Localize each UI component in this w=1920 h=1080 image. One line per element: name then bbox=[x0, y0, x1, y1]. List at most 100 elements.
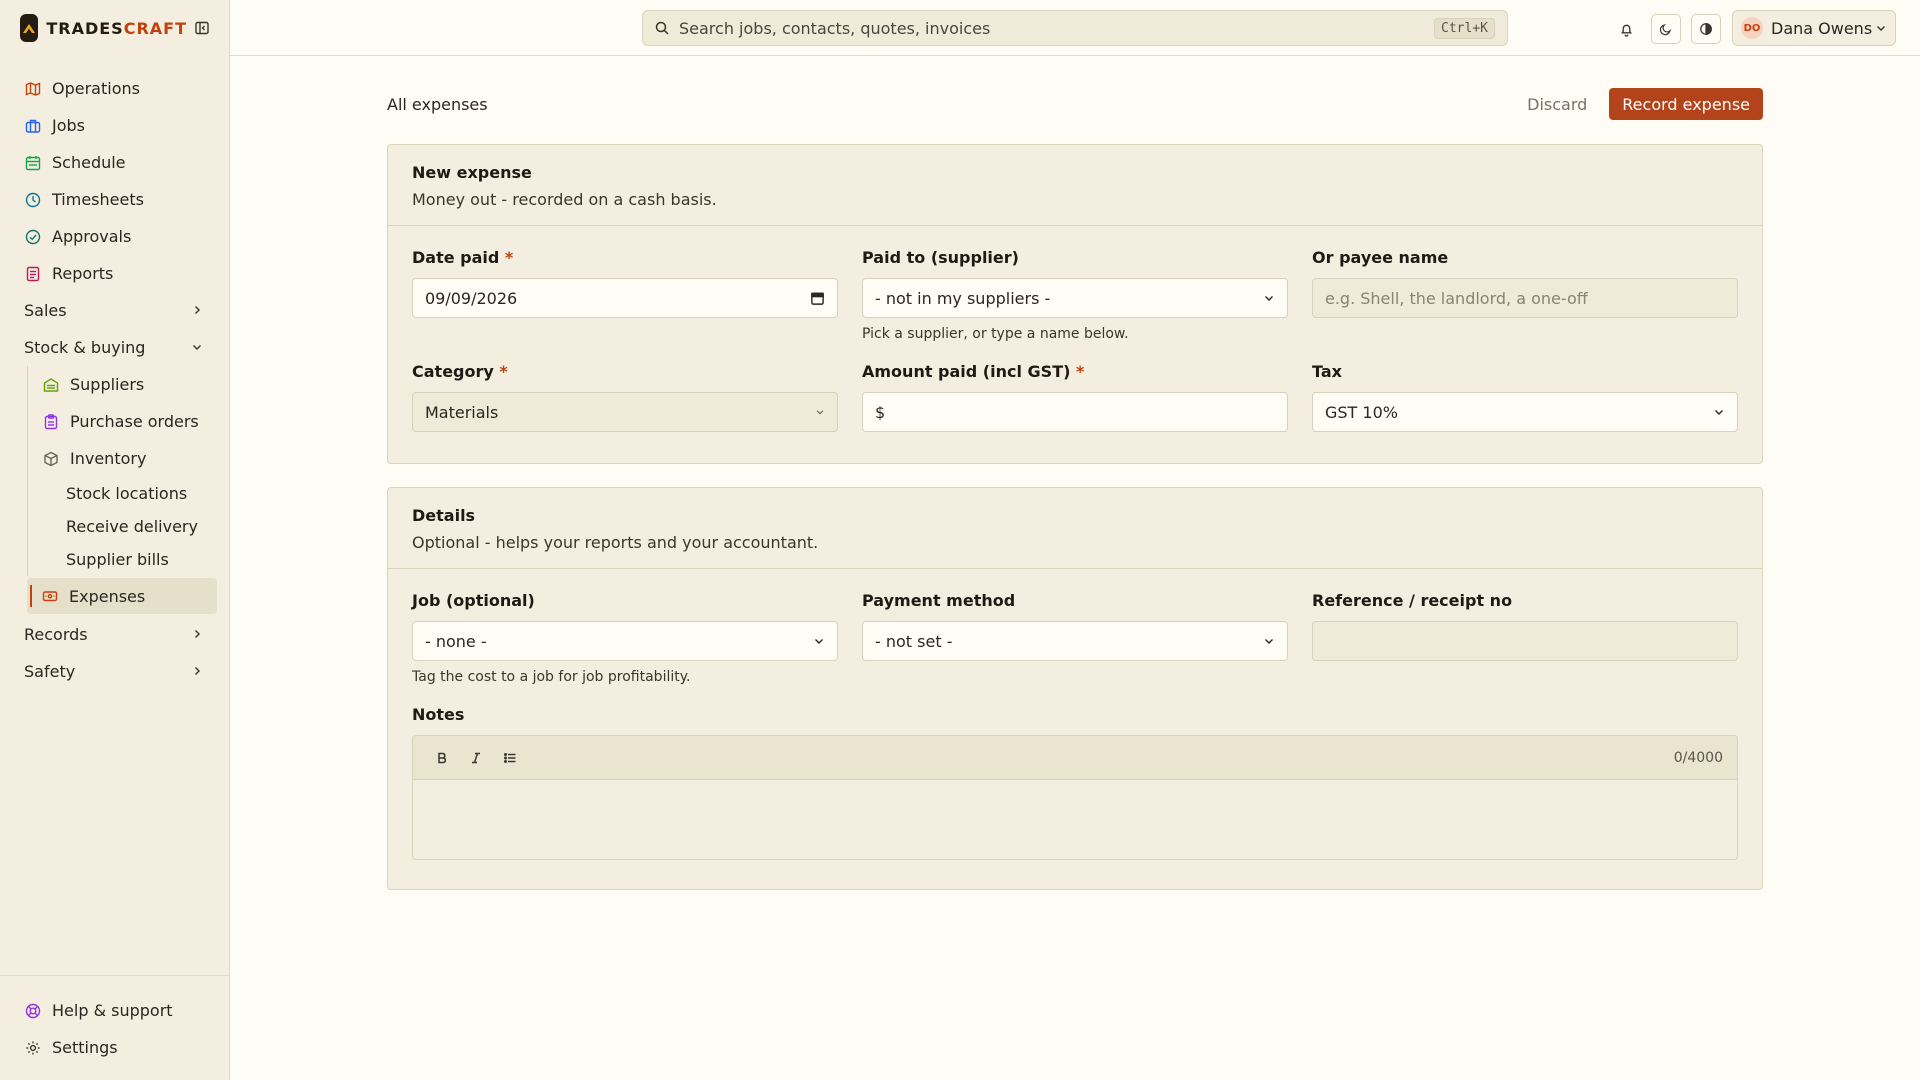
currency-prefix: $ bbox=[875, 402, 886, 422]
field-hint: Tag the cost to a job for job profitabil… bbox=[412, 669, 691, 685]
sidebar-item-expenses[interactable]: Expenses bbox=[27, 578, 217, 614]
notes-editor: 0/4000 bbox=[412, 735, 1738, 860]
bold-icon[interactable] bbox=[427, 743, 457, 773]
sidebar: TRADESCRAFT Operations Jobs Schedule Tim… bbox=[0, 0, 230, 1080]
sidebar-group-safety[interactable]: Safety bbox=[0, 653, 229, 690]
required-mark: * bbox=[1076, 362, 1085, 381]
card-header: Details Optional - helps your reports an… bbox=[388, 488, 1762, 569]
user-menu[interactable]: DO Dana Owens bbox=[1732, 10, 1896, 46]
sidebar-group-label: Stock & buying bbox=[24, 338, 146, 357]
sidebar-group-stock-buying[interactable]: Stock & buying bbox=[0, 329, 229, 366]
sidebar-item-approvals[interactable]: Approvals bbox=[0, 218, 229, 255]
sidebar-item-label: Approvals bbox=[52, 227, 132, 246]
record-expense-button[interactable]: Record expense bbox=[1609, 88, 1763, 120]
category-select[interactable]: Materials bbox=[412, 392, 838, 432]
tax-value: GST 10% bbox=[1325, 402, 1398, 422]
card-header: New expense Money out - recorded on a ca… bbox=[388, 145, 1762, 226]
expense-fields-row-2: Category * Materials Amount paid (incl G… bbox=[388, 342, 1762, 432]
sidebar-item-label: Suppliers bbox=[70, 375, 145, 394]
sidebar-item-stock-locations[interactable]: Stock locations bbox=[28, 477, 229, 510]
date-paid-input[interactable]: 09/09/2026 bbox=[412, 278, 838, 318]
sidebar-item-reports[interactable]: Reports bbox=[0, 255, 229, 292]
sidebar-item-suppliers[interactable]: Suppliers bbox=[28, 366, 229, 403]
sidebar-item-timesheets[interactable]: Timesheets bbox=[0, 181, 229, 218]
sidebar-group-label: Safety bbox=[24, 662, 76, 681]
brand-name-part1: TRADES bbox=[46, 18, 124, 38]
chevron-down-icon bbox=[1875, 22, 1887, 34]
chevron-down-icon bbox=[1713, 406, 1725, 418]
paid-to-field: Paid to (supplier) - not in my suppliers… bbox=[862, 248, 1288, 342]
sidebar-item-supplier-bills[interactable]: Supplier bills bbox=[28, 543, 229, 576]
sidebar-item-label: Settings bbox=[52, 1038, 118, 1057]
calendar-icon[interactable] bbox=[810, 291, 825, 306]
payee-name-placeholder: e.g. Shell, the landlord, a one-off bbox=[1325, 288, 1588, 308]
brand: TRADESCRAFT bbox=[0, 0, 229, 56]
chevron-down-icon bbox=[1263, 635, 1275, 647]
category-value: Materials bbox=[425, 402, 499, 422]
topbar: Search jobs, contacts, quotes, invoices … bbox=[230, 0, 1920, 56]
moon-icon[interactable] bbox=[1651, 14, 1681, 44]
notes-textarea[interactable] bbox=[413, 780, 1737, 859]
sidebar-item-operations[interactable]: Operations bbox=[0, 70, 229, 107]
sidebar-collapse-icon[interactable] bbox=[195, 19, 209, 37]
job-select[interactable]: - none - bbox=[412, 621, 838, 661]
contrast-icon[interactable] bbox=[1691, 14, 1721, 44]
warehouse-icon bbox=[42, 376, 60, 394]
bullet-list-icon[interactable] bbox=[495, 743, 525, 773]
payment-method-field: Payment method - not set - bbox=[862, 591, 1288, 685]
sidebar-group-sales[interactable]: Sales bbox=[0, 292, 229, 329]
tax-select[interactable]: GST 10% bbox=[1312, 392, 1738, 432]
sidebar-item-receive-delivery[interactable]: Receive delivery bbox=[28, 510, 229, 543]
sidebar-item-jobs[interactable]: Jobs bbox=[0, 107, 229, 144]
payee-name-input[interactable]: e.g. Shell, the landlord, a one-off bbox=[1312, 278, 1738, 318]
all-expenses-link[interactable]: All expenses bbox=[387, 95, 488, 114]
sidebar-item-help[interactable]: Help & support bbox=[0, 992, 229, 1029]
paid-to-select[interactable]: - not in my suppliers - bbox=[862, 278, 1288, 318]
job-field: Job (optional) - none - Tag the cost to … bbox=[412, 591, 838, 685]
clipboard-icon bbox=[42, 413, 60, 431]
search-shortcut-badge: Ctrl+K bbox=[1434, 17, 1495, 39]
sidebar-item-purchase-orders[interactable]: Purchase orders bbox=[28, 403, 229, 440]
chevron-down-icon bbox=[813, 635, 825, 647]
bell-icon[interactable] bbox=[1611, 14, 1641, 44]
amount-paid-input[interactable]: $ bbox=[862, 392, 1288, 432]
check-circle-icon bbox=[24, 228, 42, 246]
discard-button[interactable]: Discard bbox=[1527, 95, 1587, 114]
report-icon bbox=[24, 265, 42, 283]
card-subtitle: Optional - helps your reports and your a… bbox=[412, 533, 819, 552]
sidebar-item-label: Help & support bbox=[52, 1001, 173, 1020]
category-field: Category * Materials bbox=[412, 362, 838, 432]
required-mark: * bbox=[504, 248, 514, 267]
brand-name-part2: CRAFT bbox=[123, 18, 187, 38]
sidebar-item-label: Operations bbox=[52, 79, 140, 98]
sidebar-nav: Operations Jobs Schedule Timesheets Appr… bbox=[0, 56, 229, 690]
calendar-icon bbox=[24, 154, 42, 172]
sidebar-item-settings[interactable]: Settings bbox=[0, 1029, 229, 1066]
clock-icon bbox=[24, 191, 42, 209]
search-input[interactable]: Search jobs, contacts, quotes, invoices … bbox=[642, 10, 1508, 46]
brand-logo-icon bbox=[20, 14, 39, 42]
italic-icon[interactable] bbox=[461, 743, 491, 773]
field-hint: Pick a supplier, or type a name below. bbox=[862, 326, 1129, 342]
chevron-down-icon bbox=[815, 407, 825, 417]
card-title: New expense bbox=[412, 163, 532, 182]
wallet-icon bbox=[41, 587, 59, 605]
reference-input[interactable] bbox=[1312, 621, 1738, 661]
job-value: - none - bbox=[425, 631, 487, 651]
field-label: Amount paid (incl GST) * bbox=[862, 362, 1085, 381]
sidebar-item-label: Receive delivery bbox=[66, 517, 198, 536]
sidebar-group-records[interactable]: Records bbox=[0, 616, 229, 653]
sidebar-item-inventory[interactable]: Inventory bbox=[28, 440, 229, 477]
sidebar-item-label: Timesheets bbox=[52, 190, 144, 209]
amount-paid-field: Amount paid (incl GST) * $ bbox=[862, 362, 1288, 432]
briefcase-icon bbox=[24, 117, 42, 135]
sidebar-footer: Help & support Settings bbox=[0, 975, 229, 1080]
payment-method-select[interactable]: - not set - bbox=[862, 621, 1288, 661]
sidebar-item-schedule[interactable]: Schedule bbox=[0, 144, 229, 181]
date-paid-field: Date paid * 09/09/2026 bbox=[412, 248, 838, 342]
field-label: Date paid * bbox=[412, 248, 514, 267]
sidebar-item-label: Schedule bbox=[52, 153, 126, 172]
character-counter: 0/4000 bbox=[1673, 749, 1723, 766]
brand-name: TRADESCRAFT bbox=[46, 19, 187, 38]
sidebar-group-label: Records bbox=[24, 625, 88, 644]
